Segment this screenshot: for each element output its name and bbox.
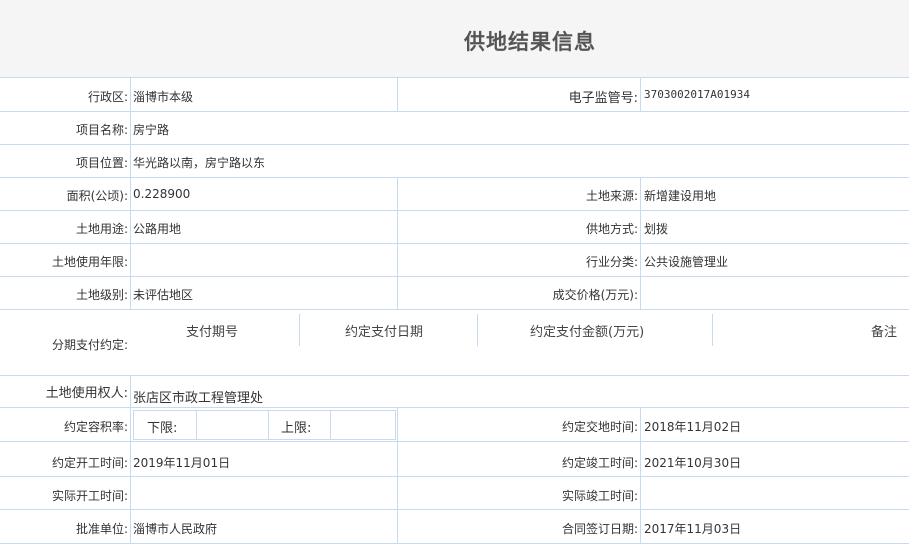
industry-label: 行业分类: <box>585 255 638 269</box>
column-divider <box>397 407 398 543</box>
finish-time-label: 约定竣工时间: <box>561 456 638 470</box>
row-divider <box>0 309 909 310</box>
row-divider <box>0 509 909 510</box>
land-source-value: 新增建设用地 <box>644 189 717 203</box>
row-divider <box>0 276 909 277</box>
land-source-label: 土地来源: <box>585 189 638 203</box>
row-divider <box>0 543 909 544</box>
row-divider <box>0 210 909 211</box>
area-label: 面积(公顷): <box>66 189 128 203</box>
use-term-label: 土地使用年限: <box>51 255 128 269</box>
column-divider <box>130 77 131 309</box>
supply-method-label: 供地方式: <box>585 222 638 236</box>
column-divider <box>130 375 131 543</box>
start-time-label: 约定开工时间: <box>51 456 128 470</box>
installment-col-period: 支付期号 <box>186 325 239 340</box>
project-location-label: 项目位置: <box>75 156 128 170</box>
row-divider <box>0 243 909 244</box>
row-divider <box>0 177 909 178</box>
project-name-label: 项目名称: <box>75 123 128 137</box>
land-use-label: 土地用途: <box>75 222 128 236</box>
installment-label: 分期支付约定: <box>51 338 128 352</box>
finish-time-value: 2021年10月30日 <box>644 456 742 470</box>
district-value: 淄博市本级 <box>133 90 194 104</box>
land-grade-label: 土地级别: <box>75 288 128 302</box>
installment-col-date: 约定支付日期 <box>345 325 424 340</box>
approver-label: 批准单位: <box>75 522 128 536</box>
plot-ratio-label: 约定容积率: <box>63 420 128 434</box>
row-divider <box>0 441 909 442</box>
land-user-value: 张店区市政工程管理处 <box>133 391 264 406</box>
row-divider <box>0 77 909 78</box>
row-divider <box>0 111 909 112</box>
deal-price-label: 成交价格(万元): <box>552 288 638 302</box>
land-use-value: 公路用地 <box>133 222 182 236</box>
plot-ratio-lower-label: 下限: <box>147 421 178 436</box>
installment-header-divider <box>712 314 713 346</box>
installment-col-amount: 约定支付金额(万元) <box>530 325 645 340</box>
column-divider <box>397 77 398 111</box>
page-title: 供地结果信息 <box>464 30 596 54</box>
plot-ratio-divider <box>330 410 331 440</box>
row-divider <box>0 375 909 376</box>
project-location-value: 华光路以南，房宁路以东 <box>133 156 266 170</box>
installment-col-remark: 备注 <box>871 325 898 340</box>
supply-method-value: 划拨 <box>644 222 669 236</box>
row-divider <box>0 144 909 145</box>
column-divider <box>640 177 641 309</box>
page-header: 供地结果信息 <box>0 0 909 77</box>
plot-ratio-upper-label: 上限: <box>281 421 312 436</box>
plot-ratio-divider <box>268 410 269 440</box>
row-divider <box>0 476 909 477</box>
column-divider <box>397 177 398 309</box>
land-grade-value: 未评估地区 <box>133 288 194 302</box>
supervision-no-value: 3703002017A01934 <box>644 88 750 101</box>
actual-finish-label: 实际竣工时间: <box>561 489 638 503</box>
approver-value: 淄博市人民政府 <box>133 522 218 536</box>
industry-value: 公共设施管理业 <box>644 255 729 269</box>
area-value: 0.228900 <box>133 187 191 201</box>
contract-date-label: 合同签订日期: <box>561 522 638 536</box>
row-divider <box>0 407 909 408</box>
installment-header-divider <box>299 314 300 346</box>
column-divider <box>640 77 641 111</box>
column-divider <box>640 407 641 543</box>
plot-ratio-divider <box>196 410 197 440</box>
actual-start-label: 实际开工时间: <box>51 489 128 503</box>
contract-date-value: 2017年11月03日 <box>644 522 742 536</box>
installment-header-divider <box>477 314 478 346</box>
land-user-label: 土地使用权人: <box>45 386 128 401</box>
project-name-value: 房宁路 <box>133 123 170 137</box>
delivery-time-label: 约定交地时间: <box>561 420 638 434</box>
district-label: 行政区: <box>87 90 128 104</box>
delivery-time-value: 2018年11月02日 <box>644 420 742 434</box>
supervision-no-label: 电子监管号: <box>568 91 638 106</box>
start-time-value: 2019年11月01日 <box>133 456 231 470</box>
